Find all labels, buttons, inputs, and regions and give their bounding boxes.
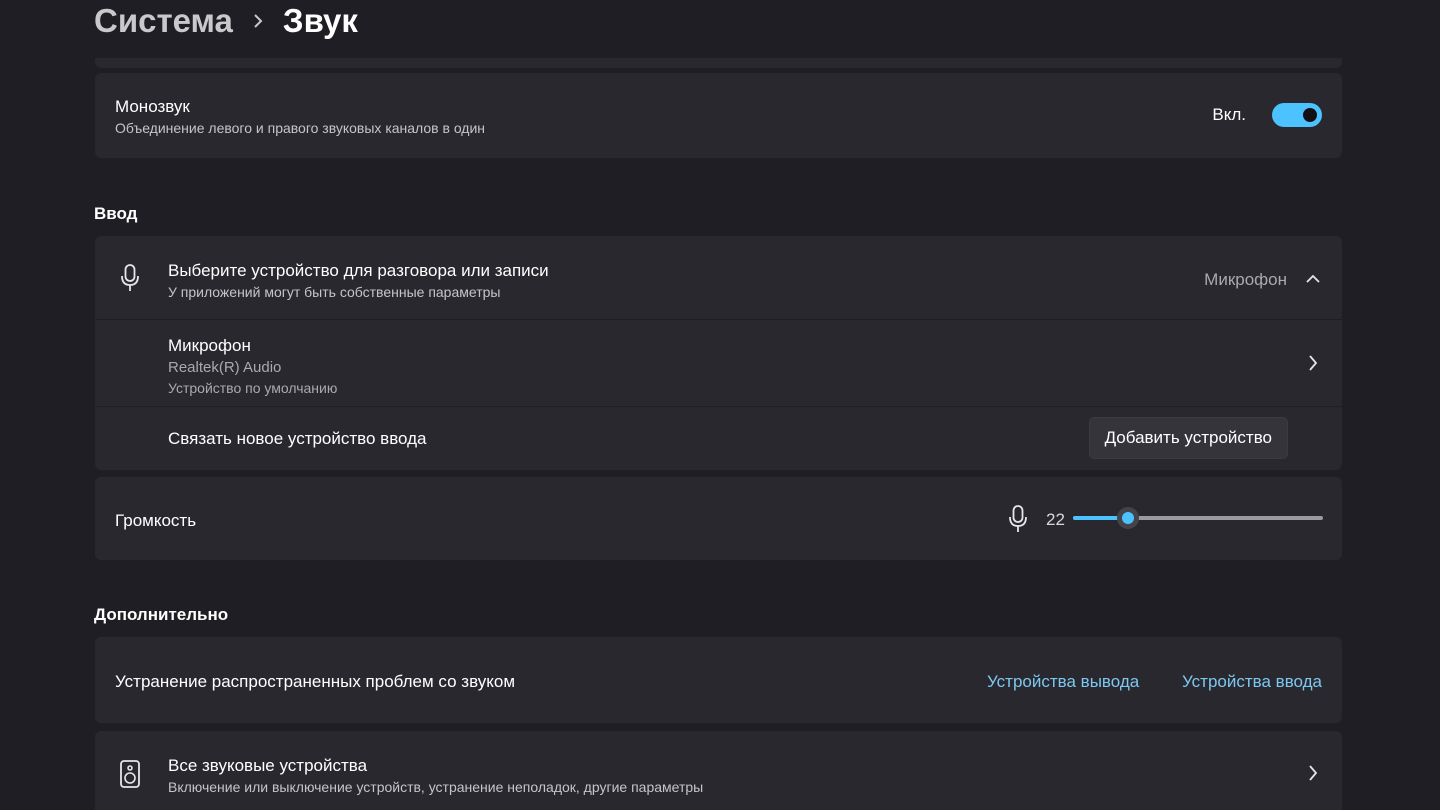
page-title: Звук bbox=[282, 2, 358, 39]
all-devices-subtitle: Включение или выключение устройств, устр… bbox=[168, 779, 704, 795]
volume-slider[interactable] bbox=[1073, 507, 1323, 529]
all-sound-devices-card[interactable]: Все звуковые устройства Включение или вы… bbox=[95, 731, 1342, 810]
choose-device-subtitle: У приложений могут быть собственные пара… bbox=[168, 284, 501, 300]
add-device-button[interactable]: Добавить устройство bbox=[1088, 417, 1288, 459]
troubleshoot-card: Устранение распространенных проблем со з… bbox=[95, 637, 1342, 723]
input-volume-card: Громкость 22 bbox=[95, 477, 1342, 560]
device-driver: Realtek(R) Audio bbox=[168, 359, 282, 376]
slider-thumb[interactable] bbox=[1117, 507, 1139, 529]
microphone-device-row[interactable]: Микрофон Realtek(R) Audio Устройство по … bbox=[95, 320, 1342, 406]
device-name: Микрофон bbox=[168, 336, 251, 355]
mono-audio-toggle[interactable] bbox=[1272, 103, 1322, 127]
device-status: Устройство по умолчанию bbox=[168, 380, 338, 396]
input-devices-link[interactable]: Устройства ввода bbox=[1182, 672, 1322, 692]
microphone-icon bbox=[1008, 505, 1028, 538]
volume-value: 22 bbox=[1046, 510, 1065, 529]
all-devices-title: Все звуковые устройства bbox=[168, 756, 368, 775]
mono-audio-subtitle: Объединение левого и правого звуковых ка… bbox=[115, 120, 486, 136]
input-device-card: Выберите устройство для разговора или за… bbox=[95, 236, 1342, 470]
slider-thumb-inner bbox=[1122, 512, 1134, 524]
volume-label: Громкость bbox=[115, 511, 197, 530]
chevron-right-icon bbox=[251, 14, 265, 28]
selected-input-device: Микрофон bbox=[1204, 270, 1287, 289]
mono-audio-state-label: Вкл. bbox=[1212, 105, 1246, 124]
chevron-right-icon[interactable] bbox=[1308, 765, 1318, 786]
chevron-up-icon[interactable] bbox=[1306, 271, 1320, 289]
advanced-section-title: Дополнительно bbox=[94, 605, 229, 624]
breadcrumb-parent[interactable]: Система bbox=[94, 2, 233, 40]
choose-device-title: Выберите устройство для разговора или за… bbox=[168, 261, 549, 280]
breadcrumb: Система Звук bbox=[94, 0, 358, 42]
microphone-icon bbox=[120, 264, 140, 297]
mono-audio-card: Монозвук Объединение левого и правого зв… bbox=[95, 73, 1342, 158]
chevron-right-icon[interactable] bbox=[1308, 355, 1318, 376]
output-devices-link[interactable]: Устройства вывода bbox=[987, 672, 1139, 692]
choose-input-device-row[interactable]: Выберите устройство для разговора или за… bbox=[95, 236, 1342, 319]
previous-card-edge bbox=[95, 58, 1342, 68]
mono-audio-title: Монозвук bbox=[115, 97, 190, 116]
speaker-icon bbox=[119, 760, 141, 793]
input-section-title: Ввод bbox=[94, 204, 138, 223]
settings-page: Система Звук Монозвук Объединение левого… bbox=[0, 0, 1440, 810]
toggle-knob bbox=[1303, 108, 1317, 122]
pair-input-device-row: Связать новое устройство ввода Добавить … bbox=[95, 407, 1342, 470]
pair-device-label: Связать новое устройство ввода bbox=[168, 429, 427, 448]
troubleshoot-label: Устранение распространенных проблем со з… bbox=[115, 672, 516, 691]
